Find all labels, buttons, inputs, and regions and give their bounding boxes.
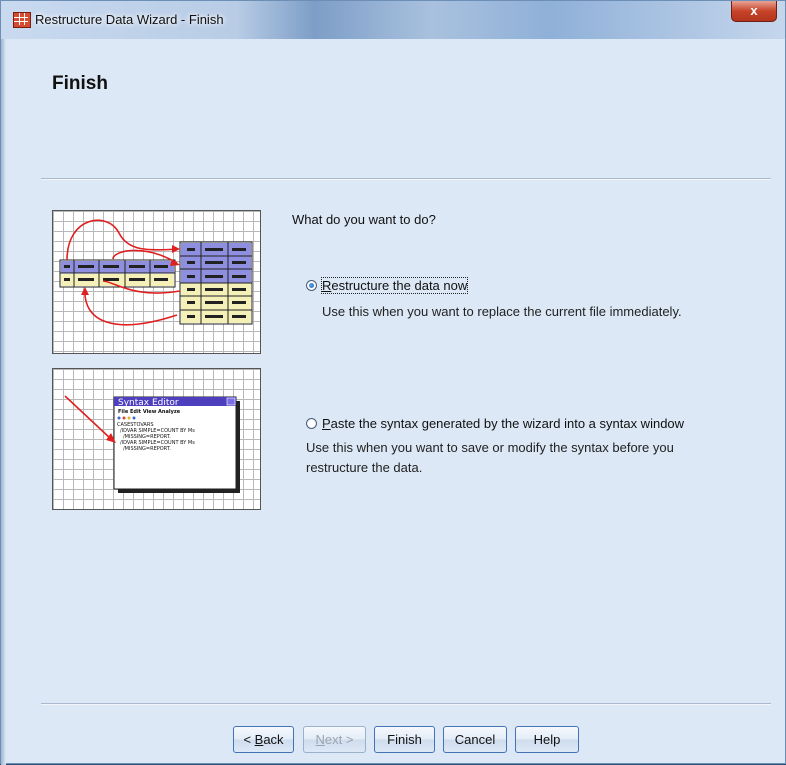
close-button[interactable]: x [731,1,777,22]
red-arrow-line [64,395,112,440]
syntax-editor-menu: File Edit View Analyze [118,409,181,415]
next-key: N [315,732,325,747]
next-button[interactable]: Next > [303,726,366,753]
window-edge [1,39,6,765]
paste-syntax-radio[interactable] [306,418,317,429]
divider-top [41,178,771,180]
long-table-graphic [179,241,253,325]
window-title: Restructure Data Wizard - Finish [35,12,224,27]
paste-syntax-text: aste the syntax generated by the wizard … [330,416,685,431]
restructure-now-label[interactable]: Restructure the data now [320,277,469,294]
next-rest: ext > [324,732,354,747]
table-app-icon [13,12,31,28]
wide-table-graphic [59,259,176,288]
back-rest: ack [263,732,284,747]
restructure-illustration [52,210,261,354]
paste-syntax-key: P [322,416,331,431]
cancel-button[interactable]: Cancel [443,726,507,753]
back-button[interactable]: < Back [233,726,294,753]
divider-bottom [41,703,771,705]
page-title: Finish [52,73,108,94]
syntax-editor-title: Syntax Editor [118,398,179,408]
restructure-now-radio[interactable] [306,280,317,291]
syntax-line-5: /MISSING=REPORT. [123,446,171,452]
restructure-diagram [59,219,253,326]
syntax-illustration: Syntax Editor File Edit View Analyze CAS… [52,368,261,510]
paste-syntax-label[interactable]: Paste the syntax generated by the wizard… [322,416,684,431]
restructure-now-key: R [322,278,332,293]
back-prefix: < [243,732,255,747]
paste-syntax-description-1: Use this when you want to save or modify… [306,440,674,455]
title-bar[interactable]: Restructure Data Wizard - Finish x [1,1,785,39]
wizard-window: Restructure Data Wizard - Finish x Finis… [0,0,786,765]
help-button[interactable]: Help [515,726,579,753]
restructure-now-description: Use this when you want to replace the cu… [322,304,682,319]
syntax-diagram: Syntax Editor File Edit View Analyze CAS… [64,395,240,493]
restructure-now-text: estructure the data now [331,278,468,293]
question-label: What do you want to do? [292,212,436,227]
paste-syntax-description-2: restructure the data. [306,460,423,475]
finish-button[interactable]: Finish [374,726,435,753]
